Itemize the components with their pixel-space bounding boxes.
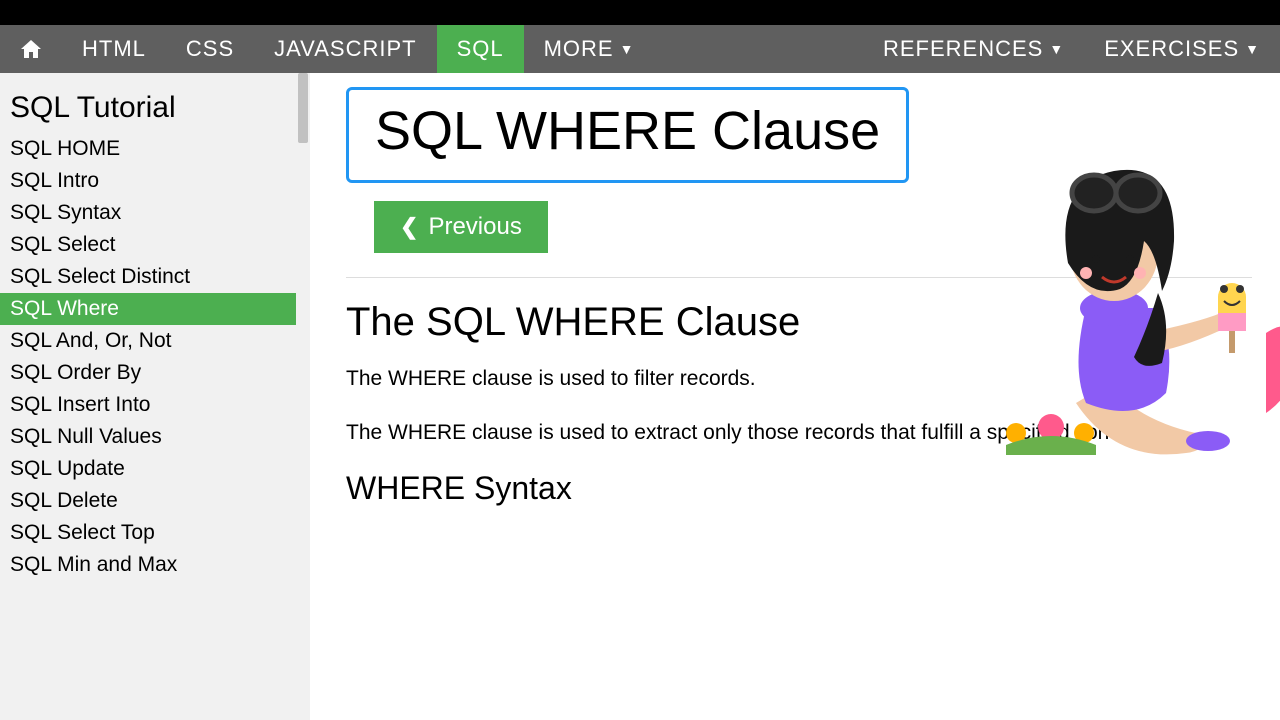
- scrollbar-thumb[interactable]: [298, 73, 308, 143]
- sidebar-item-sql-min-max[interactable]: SQL Min and Max: [0, 549, 296, 581]
- sidebar-item-sql-order-by[interactable]: SQL Order By: [0, 357, 296, 389]
- sidebar-item-sql-null-values[interactable]: SQL Null Values: [0, 421, 296, 453]
- sidebar-item-sql-update[interactable]: SQL Update: [0, 453, 296, 485]
- nav-item-references[interactable]: REFERENCES ▼: [863, 25, 1084, 73]
- sidebar-item-sql-and-or-not[interactable]: SQL And, Or, Not: [0, 325, 296, 357]
- nav-item-css[interactable]: CSS: [166, 25, 254, 73]
- home-icon: [18, 37, 44, 61]
- sidebar-heading: SQL Tutorial: [0, 87, 296, 133]
- sidebar-item-sql-where[interactable]: SQL Where: [0, 293, 296, 325]
- chevron-left-icon: ❮: [400, 214, 418, 240]
- sidebar-item-sql-insert-into[interactable]: SQL Insert Into: [0, 389, 296, 421]
- nav-right-group: REFERENCES ▼ EXERCISES ▼: [863, 25, 1280, 73]
- top-navigation: HTML CSS JAVASCRIPT SQL MORE ▼ REFERENCE…: [0, 25, 1280, 73]
- subsection-heading: WHERE Syntax: [346, 470, 1252, 507]
- girl-illustration: [996, 133, 1280, 473]
- previous-label: Previous: [428, 213, 521, 241]
- caret-down-icon: ▼: [1049, 41, 1064, 57]
- sidebar-item-sql-select[interactable]: SQL Select: [0, 229, 296, 261]
- sidebar-scrollbar[interactable]: [296, 73, 310, 720]
- sidebar-container: SQL Tutorial SQL HOME SQL Intro SQL Synt…: [0, 73, 310, 720]
- window-top-bar: [0, 0, 1280, 25]
- main-content: SQL WHERE Clause ❮ Previous The SQL WHER…: [310, 73, 1280, 720]
- sidebar-item-sql-select-top[interactable]: SQL Select Top: [0, 517, 296, 549]
- nav-exercises-label: EXERCISES: [1104, 36, 1239, 62]
- nav-item-sql[interactable]: SQL: [437, 25, 524, 73]
- previous-button[interactable]: ❮ Previous: [374, 201, 548, 253]
- sidebar-item-sql-home[interactable]: SQL HOME: [0, 133, 296, 165]
- nav-more-label: MORE: [544, 36, 614, 62]
- page-title: SQL WHERE Clause: [375, 100, 880, 162]
- nav-item-html[interactable]: HTML: [62, 25, 166, 73]
- caret-down-icon: ▼: [620, 41, 635, 57]
- sidebar-item-sql-intro[interactable]: SQL Intro: [0, 165, 296, 197]
- page-title-box: SQL WHERE Clause: [346, 87, 909, 183]
- sidebar-item-sql-select-distinct[interactable]: SQL Select Distinct: [0, 261, 296, 293]
- sidebar: SQL Tutorial SQL HOME SQL Intro SQL Synt…: [0, 73, 296, 720]
- sidebar-item-sql-delete[interactable]: SQL Delete: [0, 485, 296, 517]
- nav-item-javascript[interactable]: JAVASCRIPT: [254, 25, 436, 73]
- nav-item-more[interactable]: MORE ▼: [524, 25, 655, 73]
- page-body: SQL Tutorial SQL HOME SQL Intro SQL Synt…: [0, 73, 1280, 720]
- nav-home[interactable]: [0, 25, 62, 73]
- caret-down-icon: ▼: [1245, 41, 1260, 57]
- sidebar-item-sql-syntax[interactable]: SQL Syntax: [0, 197, 296, 229]
- nav-item-exercises[interactable]: EXERCISES ▼: [1084, 25, 1280, 73]
- nav-left-group: HTML CSS JAVASCRIPT SQL MORE ▼: [0, 25, 654, 73]
- nav-references-label: REFERENCES: [883, 36, 1043, 62]
